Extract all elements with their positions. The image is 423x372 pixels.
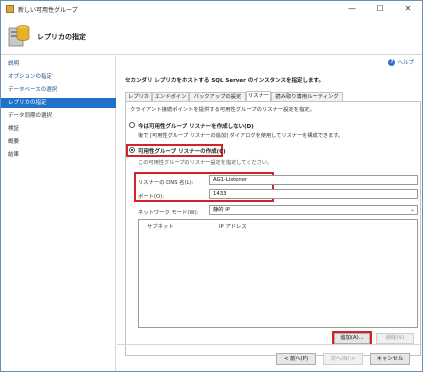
page-header: レプリカの指定 — [1, 17, 422, 55]
step-validation: 検証 — [8, 126, 20, 132]
step-description[interactable]: 説明 — [1, 59, 116, 69]
subnet-ip-grid[interactable]: サブネット IP アドレス — [138, 219, 418, 328]
step-options[interactable]: オプションの指定 — [1, 72, 116, 82]
port-input[interactable] — [209, 189, 418, 199]
subnet-column-header: サブネット — [147, 224, 174, 230]
no-listener-radio[interactable] — [129, 122, 135, 128]
add-button[interactable]: 追加(A)... — [334, 333, 370, 344]
step-summary: 概要 — [8, 139, 20, 145]
network-mode-select[interactable]: 静的 IP ⌄ — [209, 205, 418, 215]
minimize-button[interactable]: — — [341, 3, 363, 15]
next-button[interactable]: 次へ(N) > — [323, 353, 363, 365]
help-icon: ? — [388, 59, 396, 66]
app-icon — [6, 5, 14, 13]
listener-tab-panel: クライアント接続ポイントを提供する可用性グループのリスナー設定を指定。 今は可用… — [125, 101, 421, 356]
tab-description: クライアント接続ポイントを提供する可用性グループのリスナー設定を指定。 — [130, 107, 315, 113]
chevron-down-icon: ⌄ — [409, 206, 415, 213]
main-panel: ? ヘルプ セカンダリ レプリカをホストする SQL Server のインスタンス… — [117, 56, 422, 371]
window-title: 新しい可用性グループ — [18, 7, 78, 14]
cancel-button[interactable]: キャンセル — [370, 353, 410, 365]
page-title: レプリカの指定 — [37, 33, 86, 41]
footer-divider — [117, 344, 422, 345]
dns-name-input[interactable] — [209, 175, 418, 185]
no-listener-label[interactable]: 今は可用性グループ リスナーを作成しない(D) — [138, 122, 254, 130]
ip-address-column-header: IP アドレス — [219, 224, 247, 230]
port-label: ポート(O): — [138, 194, 164, 200]
tab-readonly-routing[interactable]: 読み取り専用ルーティング — [271, 92, 343, 101]
tab-endpoints[interactable]: エンドポイント — [152, 92, 189, 109]
database-server-icon — [8, 25, 30, 47]
step-specify-replicas[interactable]: レプリカの指定 — [1, 98, 116, 108]
title-bar: 新しい可用性グループ — ☐ ✕ — [1, 1, 422, 17]
close-button[interactable]: ✕ — [397, 3, 419, 15]
create-listener-label[interactable]: 可用性グループ リスナーの作成(C) — [138, 147, 226, 155]
previous-button[interactable]: < 前へ(P) — [276, 353, 316, 365]
tab-replicas[interactable]: レプリカ — [125, 92, 152, 101]
wizard-steps: 説明 オプションの指定 データベースの選択 レプリカの指定 データ同期の選択 検… — [1, 56, 116, 371]
instruction-text: セカンダリ レプリカをホストする SQL Server のインスタンスを指定しま… — [125, 78, 324, 84]
maximize-button[interactable]: ☐ — [369, 3, 391, 15]
step-select-databases[interactable]: データベースの選択 — [1, 85, 116, 95]
help-label: ヘルプ — [397, 60, 414, 66]
help-link[interactable]: ? ヘルプ — [388, 58, 414, 66]
create-listener-description: この可用性グループのリスナー設定を指定してください。 — [138, 160, 273, 166]
create-listener-radio[interactable] — [129, 147, 135, 153]
remove-button[interactable]: 削除(V) — [376, 333, 414, 344]
no-listener-description: 後で [可用性グループ リスナーの追加] ダイアログを使用してリスナーを構成でき… — [138, 133, 344, 139]
network-mode-label: ネットワーク モード(W): — [138, 210, 199, 216]
dns-name-label: リスナーの DNS 名(L): — [138, 180, 194, 186]
network-mode-value: 静的 IP — [213, 207, 231, 213]
step-data-sync: データ同期の選択 — [8, 113, 53, 119]
step-results: 結果 — [8, 152, 20, 158]
tab-backup-preferences[interactable]: バックアップの設定 — [189, 92, 246, 101]
wizard-window: 新しい可用性グループ — ☐ ✕ レプリカの指定 説明 オプションの指定 データ… — [0, 0, 423, 372]
tab-listener[interactable]: リスナー — [246, 91, 271, 101]
